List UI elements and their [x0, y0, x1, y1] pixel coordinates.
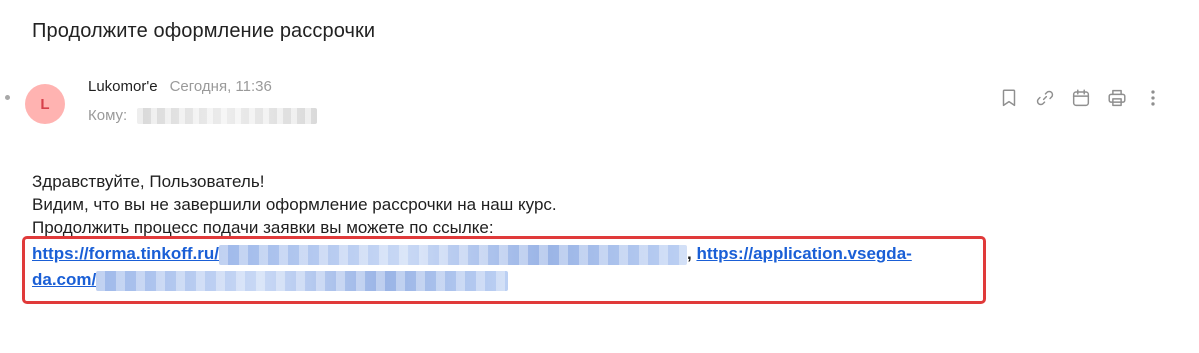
redacted-recipient: [137, 107, 318, 124]
bookmark-button[interactable]: [997, 86, 1021, 110]
email-toolbar: [997, 86, 1165, 110]
more-vertical-icon: [1151, 90, 1155, 106]
link-icon: [1036, 90, 1054, 106]
bookmark-icon: [1002, 89, 1016, 107]
recipients-line: Кому:: [88, 107, 318, 124]
print-icon: [1108, 89, 1126, 107]
unread-dot[interactable]: [5, 95, 10, 100]
sender-line: Lukomor'e Сегодня, 11:36: [88, 78, 272, 95]
redacted-link-part: [96, 270, 509, 291]
sender-avatar[interactable]: L: [25, 84, 65, 124]
link-separator: ,: [686, 244, 692, 263]
greeting-text: Здравствуйте, Пользователь!: [32, 172, 265, 191]
tinkoff-link-text: https://forma.tinkoff.ru/: [32, 244, 219, 263]
copy-link-button[interactable]: [1033, 86, 1057, 110]
vsegda-da-link-text-2: da.com/: [32, 270, 97, 289]
add-to-calendar-button[interactable]: [1069, 86, 1093, 110]
tinkoff-link[interactable]: https://forma.tinkoff.ru/: [32, 244, 687, 265]
sent-time: Сегодня, 11:36: [169, 78, 272, 95]
avatar-letter: L: [40, 95, 50, 113]
calendar-icon: [1072, 89, 1090, 107]
body-line-2: Продолжить процесс подачи заявки вы може…: [32, 218, 494, 237]
vsegda-da-link-text-1: https://application.vsegda-: [696, 244, 912, 263]
to-label: Кому:: [88, 107, 128, 124]
print-button[interactable]: [1105, 86, 1129, 110]
email-view: Продолжите оформление рассрочки L Lukomo…: [0, 0, 1199, 353]
links-block: https://forma.tinkoff.ru/, https://appli…: [32, 241, 982, 293]
redacted-link-part: [218, 244, 687, 265]
body-line-1: Видим, что вы не завершили оформление ра…: [32, 195, 557, 214]
email-body: Здравствуйте, Пользователь! Видим, что в…: [32, 170, 557, 239]
email-subject: Продолжите оформление рассрочки: [32, 20, 376, 42]
sender-name[interactable]: Lukomor'e: [88, 78, 158, 95]
more-button[interactable]: [1141, 86, 1165, 110]
